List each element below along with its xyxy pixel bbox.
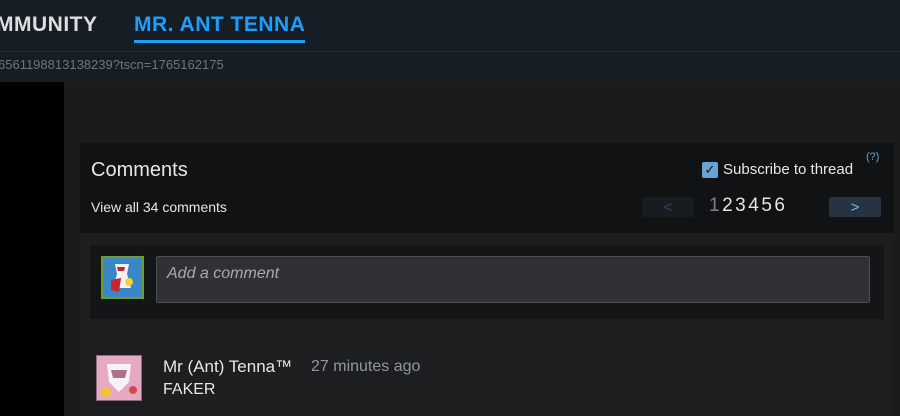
comment-text: FAKER: [163, 381, 216, 398]
comment-composer: Add a comment: [90, 245, 884, 319]
page-link-2[interactable]: 2: [722, 195, 733, 217]
avatar-image: [97, 356, 141, 400]
comment-timestamp: 27 minutes ago: [311, 358, 421, 375]
page-link-4[interactable]: 4: [748, 195, 759, 217]
comment-author-name[interactable]: Mr (Ant) Tenna™: [163, 357, 292, 377]
pager-next-button[interactable]: >: [829, 197, 881, 217]
subscribe-label[interactable]: Subscribe to thread: [723, 161, 853, 178]
subscribe-toggle[interactable]: ✓ Subscribe to thread: [702, 161, 853, 178]
comment-author-avatar[interactable]: [96, 355, 142, 401]
comments-title: Comments: [91, 159, 188, 181]
comment-input[interactable]: Add a comment: [156, 256, 870, 303]
page-link-5[interactable]: 5: [761, 195, 772, 217]
page-link-3[interactable]: 3: [735, 195, 746, 217]
url-text[interactable]: 6561198813138239?tscn=1765162175: [0, 57, 224, 72]
subscribe-checkbox[interactable]: ✓: [702, 161, 718, 178]
help-link[interactable]: (?): [866, 151, 879, 163]
page-link-6[interactable]: 6: [774, 195, 785, 217]
comments-panel: Comments View all 34 comments ✓ Subscrib…: [80, 143, 894, 416]
view-all-comments-link[interactable]: View all 34 comments: [91, 199, 227, 215]
url-bar: 6561198813138239?tscn=1765162175: [0, 51, 900, 83]
nav-tab-profile[interactable]: MR. ANT TENNA: [134, 13, 306, 43]
chevron-right-icon: >: [850, 198, 860, 216]
nav-tab-community[interactable]: MMUNITY: [0, 13, 98, 37]
avatar-image: [103, 258, 142, 297]
comments-header: Comments View all 34 comments ✓ Subscrib…: [80, 143, 894, 233]
pager-pages: 1 2 3 4 5 6: [709, 195, 785, 217]
left-strip: [0, 82, 64, 416]
page-link-1[interactable]: 1: [709, 195, 720, 217]
chevron-left-icon: <: [663, 198, 673, 216]
pager-prev-button[interactable]: <: [642, 197, 694, 217]
current-user-avatar[interactable]: [101, 256, 144, 299]
